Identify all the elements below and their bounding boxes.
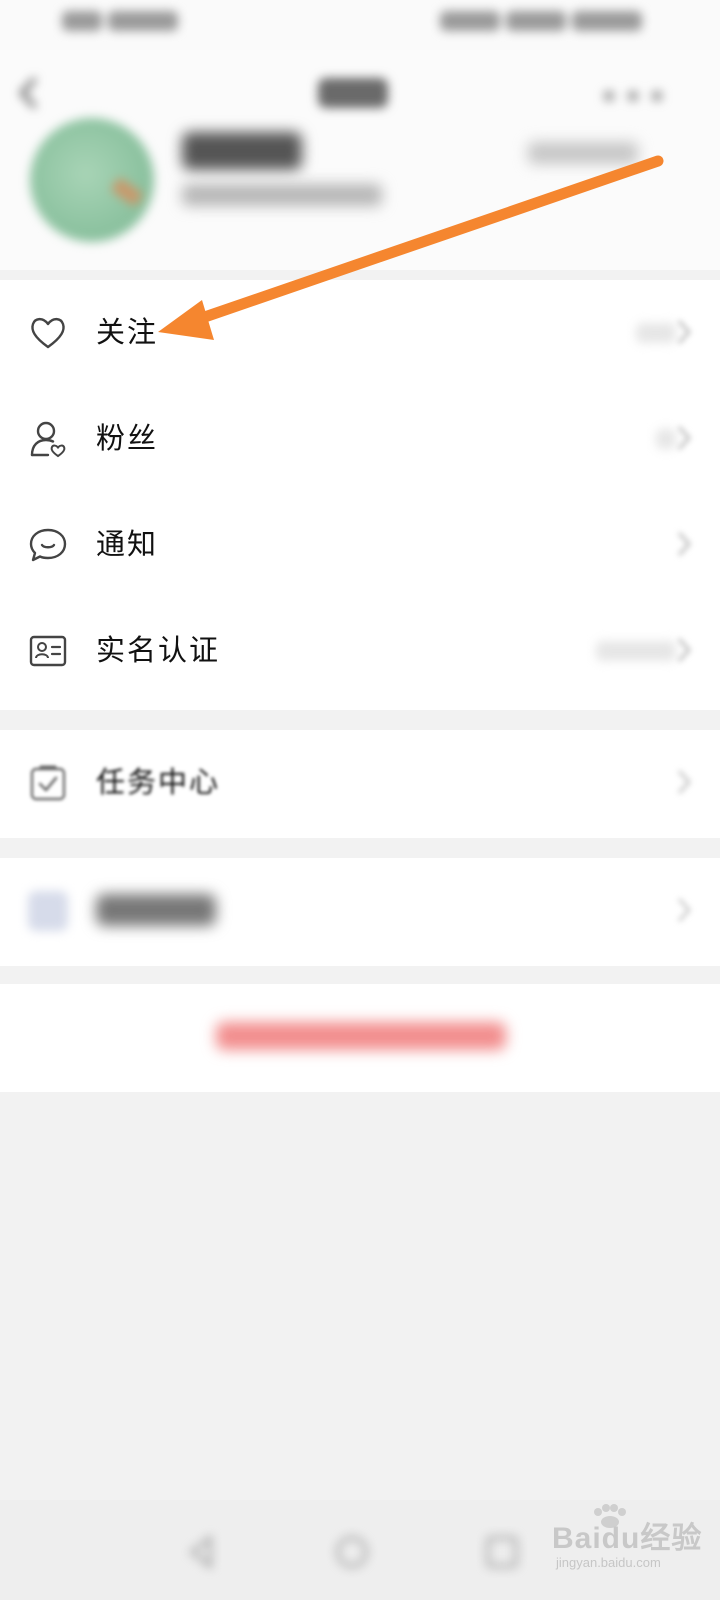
task-check-icon — [30, 765, 66, 801]
chevron-right-icon — [677, 897, 692, 923]
chevron-right-icon — [677, 637, 692, 663]
red-action-card — [0, 984, 720, 1092]
menu-item-count — [656, 429, 676, 449]
nav-home-icon[interactable] — [334, 1534, 370, 1570]
status-bar — [0, 0, 720, 50]
nav-recent-icon[interactable] — [484, 1534, 520, 1570]
task-center-card: 任务中心 — [0, 730, 720, 838]
chevron-right-icon — [677, 319, 692, 345]
menu-item-label: 关注 — [96, 315, 159, 349]
chevron-right-icon — [677, 769, 692, 795]
verification-status — [596, 641, 676, 661]
chevron-right-icon — [677, 531, 692, 557]
menu-item-label: 粉丝 — [96, 421, 159, 455]
nav-back-icon[interactable] — [184, 1534, 220, 1570]
blurred-item-icon — [28, 891, 68, 931]
username — [182, 132, 302, 170]
watermark-url: jingyan.baidu.com — [556, 1555, 661, 1570]
red-action-link[interactable] — [216, 1022, 506, 1050]
user-subtitle — [182, 184, 382, 206]
blurred-menu-card — [0, 858, 720, 966]
more-options-icon[interactable] — [604, 86, 676, 105]
status-right-info — [440, 10, 660, 36]
menu-card: 关注 粉丝 通知 实名认证 — [0, 280, 720, 710]
menu-item-label: 实名认证 — [96, 633, 221, 667]
menu-item-task-center[interactable]: 任务中心 — [0, 730, 720, 836]
blurred-item-label — [96, 894, 216, 926]
menu-item-label: 任务中心 — [96, 765, 221, 799]
menu-item-fans[interactable]: 粉丝 — [0, 386, 720, 492]
menu-item-blurred[interactable] — [0, 858, 720, 964]
nav-title — [318, 78, 388, 108]
menu-item-verification[interactable]: 实名认证 — [0, 598, 720, 704]
status-left-info — [62, 10, 190, 36]
heart-icon — [31, 317, 65, 349]
menu-item-follow[interactable]: 关注 — [0, 280, 720, 386]
id-card-icon — [29, 635, 67, 667]
back-arrow-icon[interactable] — [16, 76, 40, 110]
chat-bubble-icon — [29, 528, 67, 562]
fans-icon — [30, 421, 66, 458]
watermark-text: Baidu经验 — [552, 1522, 703, 1555]
avatar[interactable] — [30, 118, 154, 242]
profile-header — [0, 50, 720, 270]
menu-item-count — [636, 323, 676, 343]
menu-item-label: 通知 — [96, 527, 159, 561]
menu-item-notifications[interactable]: 通知 — [0, 492, 720, 598]
chevron-right-icon — [677, 425, 692, 451]
profile-link[interactable] — [528, 142, 638, 164]
baidu-watermark: Baidu经验 jingyan.baidu.com — [548, 1504, 708, 1585]
